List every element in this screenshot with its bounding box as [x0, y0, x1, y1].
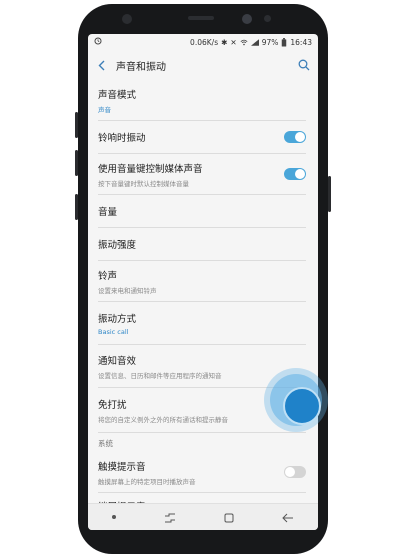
list-item-sound-mode[interactable]: 声音模式 声音	[98, 80, 306, 121]
bixby-side-button	[75, 194, 78, 220]
list-item-ringtone[interactable]: 铃声 设置来电和通知铃声	[98, 261, 306, 302]
clock: 16:43	[290, 37, 312, 47]
nav-dot-button[interactable]	[112, 515, 116, 519]
front-camera	[242, 14, 252, 24]
back-arrow-icon	[282, 513, 293, 522]
list-item-touch-sounds[interactable]: 触摸提示音 触摸屏幕上的特定项目时播放声音	[98, 452, 306, 493]
search-button[interactable]	[298, 56, 310, 75]
item-title: 振动方式	[98, 313, 137, 325]
item-texts: 声音模式 声音	[98, 87, 306, 114]
item-texts: 铃声 设置来电和通知铃声	[98, 268, 306, 295]
volume-up-side-button	[75, 112, 78, 138]
camera-bar	[78, 4, 328, 34]
list-item-vibrate-when-ringing[interactable]: 铃响时振动	[98, 121, 306, 154]
item-title: 声音模式	[98, 89, 137, 101]
item-subtitle: 设置来电和通知铃声	[98, 286, 157, 295]
recents-button[interactable]	[164, 508, 176, 527]
navigation-bar	[88, 503, 318, 530]
item-title: 振动强度	[98, 240, 137, 251]
status-bar: 0.06K/s ✱ ✕ 97% 16:43	[88, 34, 318, 50]
battery-percent: 97%	[261, 37, 279, 47]
recents-icon	[165, 513, 175, 522]
item-texts: 使用音量键控制媒体声音 按下音量键时默认控制媒体音量	[98, 161, 284, 188]
back-nav-button[interactable]	[282, 508, 294, 527]
touch-indicator	[264, 368, 328, 432]
item-texts: 免打扰 将您的自定义例外之外的所有通话和提示静音	[98, 397, 284, 424]
item-subtitle: 按下音量键时默认控制媒体音量	[98, 179, 189, 188]
search-icon	[298, 59, 310, 70]
section-header-system: 系统	[98, 439, 113, 448]
list-item-vibration-pattern[interactable]: 振动方式 Basic call	[98, 302, 306, 345]
proximity-sensor	[264, 15, 271, 22]
touch-sounds-toggle[interactable]	[284, 466, 306, 478]
toggle-knob	[285, 467, 295, 477]
item-title: 铃响时振动	[98, 133, 146, 144]
app-bar: 声音和振动	[88, 50, 318, 80]
item-subtitle: 将您的自定义例外之外的所有通话和提示静音	[98, 415, 228, 424]
toggle-knob	[295, 169, 305, 179]
item-texts: 铃响时振动	[98, 130, 284, 144]
toggle-knob	[295, 132, 305, 142]
item-subtitle: Basic call	[98, 327, 129, 336]
volume-keys-media-toggle[interactable]	[284, 168, 306, 180]
item-texts: 触摸提示音 触摸屏幕上的特定项目时播放声音	[98, 459, 284, 486]
bluetooth-icon: ✱	[221, 37, 228, 47]
item-texts: 振动方式 Basic call	[98, 311, 306, 336]
item-texts: 音量	[98, 204, 306, 218]
list-item-volume[interactable]: 音量	[98, 195, 306, 228]
screen: 0.06K/s ✱ ✕ 97% 16:43 声音和振动 声音模式 声音 铃响时振…	[88, 34, 318, 530]
item-title: 触摸提示音	[98, 461, 146, 473]
item-title: 通知音效	[98, 355, 137, 367]
status-left	[94, 37, 190, 47]
mute-icon: ✕	[230, 37, 237, 47]
alarm-icon	[94, 37, 102, 45]
home-button[interactable]	[224, 508, 234, 527]
status-right: 0.06K/s ✱ ✕ 97% 16:43	[190, 37, 312, 47]
network-speed: 0.06K/s	[190, 37, 219, 47]
list-item-volume-keys-media[interactable]: 使用音量键控制媒体声音 按下音量键时默认控制媒体音量	[98, 154, 306, 195]
back-button[interactable]	[96, 59, 106, 71]
item-title: 铃声	[98, 270, 118, 282]
signal-icon	[250, 38, 259, 46]
item-title: 使用音量键控制媒体声音	[98, 163, 203, 175]
settings-list: 声音模式 声音 铃响时振动 使用音量键控制媒体声音 按下音量键时默认控制媒体音量	[88, 80, 318, 529]
item-texts: 振动强度	[98, 237, 306, 251]
power-side-button	[328, 176, 331, 212]
touch-ripple	[270, 374, 322, 426]
iris-sensor	[122, 14, 132, 24]
vibrate-when-ringing-toggle[interactable]	[284, 131, 306, 143]
item-title: 免打扰	[98, 399, 127, 411]
wifi-icon	[240, 39, 248, 45]
item-subtitle: 触摸屏幕上的特定项目时播放声音	[98, 477, 196, 486]
page-title: 声音和振动	[116, 61, 166, 73]
battery-icon	[282, 37, 287, 47]
touch-point	[283, 387, 321, 425]
volume-down-side-button	[75, 150, 78, 176]
item-title: 音量	[98, 207, 118, 218]
home-icon	[224, 513, 234, 522]
phone-frame: 0.06K/s ✱ ✕ 97% 16:43 声音和振动 声音模式 声音 铃响时振…	[75, 4, 331, 554]
list-item-vibration-intensity[interactable]: 振动强度	[98, 228, 306, 261]
chevron-left-icon	[98, 60, 104, 70]
item-subtitle: 声音	[98, 105, 111, 114]
earpiece-speaker	[188, 16, 214, 20]
